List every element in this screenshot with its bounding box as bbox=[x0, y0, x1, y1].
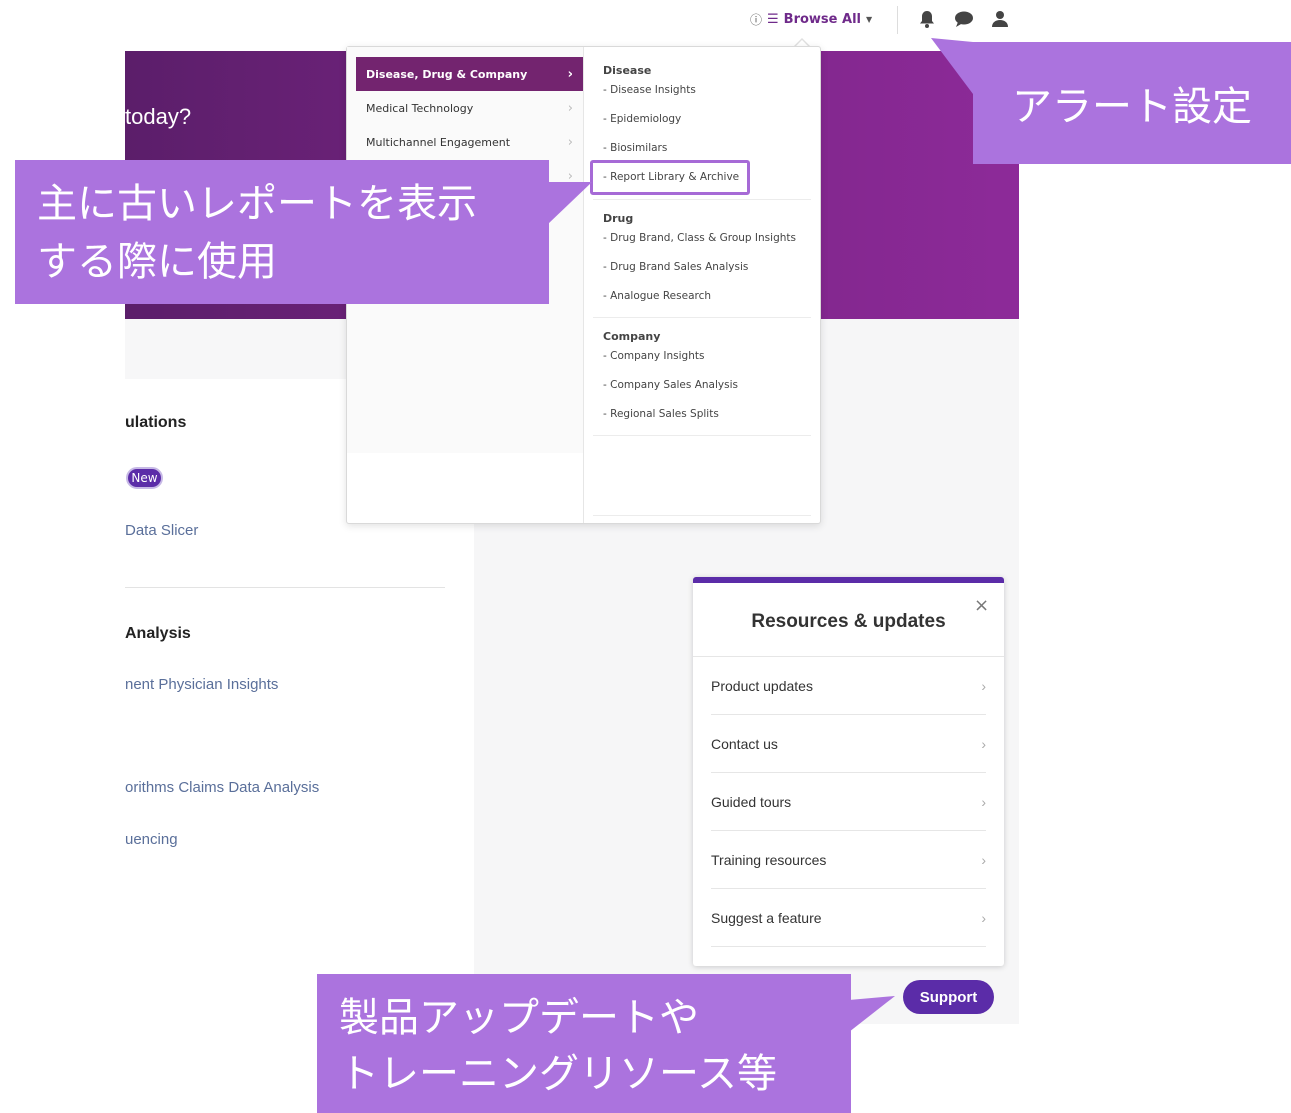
group-divider bbox=[593, 435, 811, 436]
menu-link-drug-brand-class-group[interactable]: - Drug Brand, Class & Group Insights bbox=[603, 232, 796, 244]
menu-link-company-insights[interactable]: - Company Insights bbox=[603, 350, 704, 362]
callout-alert-settings: アラート設定 bbox=[973, 42, 1291, 164]
hamburger-icon: ☰ bbox=[767, 11, 779, 27]
caret-down-icon: ▼ bbox=[866, 14, 873, 24]
chevron-right-icon: › bbox=[567, 100, 573, 116]
group-title-drug: Drug bbox=[603, 212, 634, 225]
menu-link-analogue-research[interactable]: - Analogue Research bbox=[603, 290, 711, 302]
resources-title: Resources & updates bbox=[751, 611, 946, 632]
info-circle-icon[interactable]: ⓘ bbox=[750, 11, 762, 28]
physician-insights-link[interactable]: nent Physician Insights bbox=[125, 676, 278, 693]
resources-panel: Resources & updates × Product updates › … bbox=[693, 577, 1004, 966]
menu-link-drug-brand-sales[interactable]: - Drug Brand Sales Analysis bbox=[603, 261, 748, 273]
menu-link-biosimilars[interactable]: - Biosimilars bbox=[603, 142, 667, 154]
group-divider bbox=[593, 515, 811, 516]
chevron-right-icon: › bbox=[981, 793, 986, 810]
data-slicer-link[interactable]: Data Slicer bbox=[125, 522, 198, 539]
category-multichannel-engagement[interactable]: Multichannel Engagement › bbox=[356, 125, 583, 159]
section-title: ulations bbox=[125, 414, 187, 431]
claims-data-analysis-link[interactable]: orithms Claims Data Analysis bbox=[125, 779, 319, 796]
resource-suggest-feature[interactable]: Suggest a feature › bbox=[711, 889, 986, 947]
chevron-right-icon: › bbox=[981, 851, 986, 868]
new-badge: New bbox=[126, 467, 163, 489]
resource-label: Contact us bbox=[711, 735, 778, 752]
resource-label: Suggest a feature bbox=[711, 909, 822, 926]
chat-bubble-icon[interactable] bbox=[953, 8, 975, 30]
group-title-disease: Disease bbox=[603, 64, 652, 77]
callout-support: 製品アップデートや トレーニングリソース等 bbox=[317, 974, 851, 1113]
resource-product-updates[interactable]: Product updates › bbox=[711, 657, 986, 715]
category-label: Medical Technology bbox=[366, 101, 474, 115]
resource-label: Guided tours bbox=[711, 793, 792, 810]
sequencing-link[interactable]: uencing bbox=[125, 831, 178, 848]
column-divider bbox=[583, 47, 584, 523]
section-title: Analysis bbox=[125, 625, 191, 642]
close-icon[interactable]: × bbox=[974, 595, 989, 616]
hero-heading: today? bbox=[125, 104, 192, 129]
chevron-right-icon: › bbox=[567, 134, 573, 150]
group-divider bbox=[593, 317, 811, 318]
top-bar: ⓘ ☰ Browse All ▼ bbox=[0, 0, 1291, 40]
callout-pointer bbox=[548, 182, 592, 224]
menu-link-regional-sales-splits[interactable]: - Regional Sales Splits bbox=[603, 408, 719, 420]
category-label: Disease, Drug & Company bbox=[366, 67, 528, 81]
menu-link-disease-insights[interactable]: - Disease Insights bbox=[603, 84, 696, 96]
resource-training-resources[interactable]: Training resources › bbox=[711, 831, 986, 889]
section-divider bbox=[125, 587, 445, 588]
category-medical-technology[interactable]: Medical Technology › bbox=[356, 91, 583, 125]
group-title-company: Company bbox=[603, 330, 661, 343]
bell-icon[interactable] bbox=[916, 8, 938, 30]
chevron-right-icon: › bbox=[981, 677, 986, 694]
browse-all-menu[interactable]: ⓘ ☰ Browse All ▼ bbox=[750, 9, 872, 29]
browse-all-label: Browse All bbox=[783, 11, 861, 27]
menu-link-epidemiology[interactable]: - Epidemiology bbox=[603, 113, 681, 125]
highlight-box bbox=[590, 160, 750, 195]
group-divider bbox=[593, 199, 811, 200]
callout-report-library: 主に古いレポートを表示 する際に使用 bbox=[15, 160, 549, 304]
category-disease-drug-company[interactable]: Disease, Drug & Company › bbox=[356, 57, 583, 91]
resource-contact-us[interactable]: Contact us › bbox=[711, 715, 986, 773]
resource-label: Product updates bbox=[711, 677, 813, 694]
resource-label: Training resources bbox=[711, 851, 827, 868]
chevron-right-icon: › bbox=[567, 66, 573, 82]
chevron-right-icon: › bbox=[981, 909, 986, 926]
resource-guided-tours[interactable]: Guided tours › bbox=[711, 773, 986, 831]
user-icon[interactable] bbox=[989, 8, 1011, 30]
chevron-right-icon: › bbox=[981, 735, 986, 752]
toolbar-divider bbox=[897, 6, 898, 34]
support-button[interactable]: Support bbox=[903, 980, 994, 1014]
menu-link-company-sales[interactable]: - Company Sales Analysis bbox=[603, 379, 738, 391]
callout-pointer bbox=[849, 996, 895, 1032]
category-label: Multichannel Engagement bbox=[366, 135, 511, 149]
